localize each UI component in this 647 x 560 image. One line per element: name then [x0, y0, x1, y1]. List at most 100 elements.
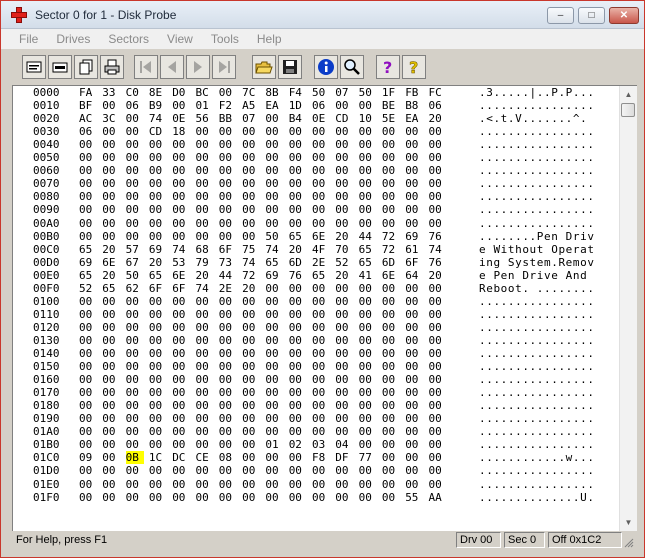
hex-byte[interactable]: 00: [102, 203, 120, 216]
minimize-button[interactable]: ‒: [547, 7, 574, 24]
hex-byte[interactable]: 00: [149, 464, 167, 477]
hex-byte[interactable]: 00: [149, 347, 167, 360]
hex-byte[interactable]: 00: [172, 373, 190, 386]
hex-byte[interactable]: 00: [79, 360, 97, 373]
hex-byte[interactable]: 00: [335, 386, 353, 399]
hex-byte[interactable]: 00: [382, 425, 400, 438]
hex-byte[interactable]: 00: [196, 230, 214, 243]
hex-byte[interactable]: 00: [289, 138, 307, 151]
hex-byte[interactable]: 00: [382, 190, 400, 203]
hex-byte[interactable]: 00: [265, 282, 283, 295]
hex-byte[interactable]: 00: [382, 295, 400, 308]
hex-byte[interactable]: 04: [335, 438, 353, 451]
hex-byte[interactable]: 00: [335, 373, 353, 386]
hex-byte[interactable]: 10: [359, 112, 377, 125]
hex-byte[interactable]: 00: [289, 425, 307, 438]
row-ascii[interactable]: ............w...: [479, 451, 595, 464]
hex-byte[interactable]: 00: [289, 399, 307, 412]
hex-byte[interactable]: 33: [102, 86, 120, 99]
hex-byte[interactable]: 8B: [265, 86, 283, 99]
hex-byte[interactable]: 00: [79, 399, 97, 412]
hex-byte[interactable]: 00: [172, 151, 190, 164]
hex-byte[interactable]: 00: [312, 282, 330, 295]
hex-byte[interactable]: 00: [102, 491, 120, 504]
hex-byte[interactable]: 00: [126, 203, 144, 216]
hex-byte[interactable]: 1C: [149, 451, 167, 464]
hex-byte[interactable]: 00: [149, 151, 167, 164]
disk-probe-app-icon[interactable]: [10, 6, 28, 24]
hex-byte[interactable]: BC: [196, 86, 214, 99]
hex-byte[interactable]: 00: [172, 217, 190, 230]
hex-byte[interactable]: 72: [382, 243, 400, 256]
row-ascii[interactable]: ................: [479, 125, 595, 138]
hex-byte[interactable]: 00: [242, 334, 260, 347]
menu-sectors[interactable]: Sectors: [108, 32, 149, 46]
hex-byte[interactable]: 69: [405, 230, 423, 243]
menu-help[interactable]: Help: [257, 32, 282, 46]
hex-byte[interactable]: 2E: [312, 256, 330, 269]
hex-byte[interactable]: 00: [219, 217, 237, 230]
hex-byte[interactable]: 00: [359, 99, 377, 112]
hex-byte[interactable]: 69: [149, 243, 167, 256]
hex-byte[interactable]: 00: [149, 164, 167, 177]
row-ascii[interactable]: ................: [479, 478, 595, 491]
hex-byte[interactable]: 20: [289, 243, 307, 256]
hex-byte[interactable]: 00: [359, 190, 377, 203]
hex-byte[interactable]: 00: [126, 138, 144, 151]
hex-byte[interactable]: 74: [149, 112, 167, 125]
hex-byte[interactable]: 00: [196, 334, 214, 347]
menu-file[interactable]: File: [19, 32, 38, 46]
hex-byte[interactable]: 79: [196, 256, 214, 269]
hex-byte[interactable]: 00: [289, 347, 307, 360]
hex-byte[interactable]: 00: [196, 464, 214, 477]
hex-byte[interactable]: 00: [312, 464, 330, 477]
hex-byte[interactable]: 00: [265, 308, 283, 321]
hex-byte[interactable]: 74: [196, 282, 214, 295]
hex-byte[interactable]: 00: [289, 190, 307, 203]
hex-byte[interactable]: 00: [335, 464, 353, 477]
hex-byte[interactable]: 50: [126, 269, 144, 282]
hex-byte[interactable]: 00: [429, 217, 447, 230]
hex-byte[interactable]: 00: [102, 373, 120, 386]
hex-byte[interactable]: 00: [126, 308, 144, 321]
hex-byte[interactable]: 06: [429, 99, 447, 112]
hex-byte[interactable]: 4F: [312, 243, 330, 256]
hex-byte[interactable]: 65: [359, 256, 377, 269]
hex-byte[interactable]: 00: [429, 451, 447, 464]
hex-byte[interactable]: 00: [265, 347, 283, 360]
hex-byte[interactable]: 55: [405, 491, 423, 504]
hex-byte[interactable]: 00: [382, 478, 400, 491]
hex-byte[interactable]: 00: [242, 190, 260, 203]
hex-byte[interactable]: 00: [149, 138, 167, 151]
hex-byte[interactable]: 00: [242, 360, 260, 373]
hex-byte[interactable]: 00: [242, 321, 260, 334]
hex-byte[interactable]: 74: [265, 243, 283, 256]
hex-byte[interactable]: 65: [265, 256, 283, 269]
hex-byte[interactable]: 00: [102, 425, 120, 438]
row-ascii[interactable]: ................: [479, 164, 595, 177]
hex-byte[interactable]: 57: [126, 243, 144, 256]
hex-byte[interactable]: 00: [429, 399, 447, 412]
hex-byte[interactable]: 00: [149, 295, 167, 308]
hex-byte[interactable]: 00: [405, 412, 423, 425]
hex-byte[interactable]: 00: [382, 164, 400, 177]
row-ascii[interactable]: ................: [479, 399, 595, 412]
hex-byte[interactable]: 00: [242, 373, 260, 386]
hex-byte[interactable]: 00: [405, 190, 423, 203]
hex-byte[interactable]: 00: [289, 334, 307, 347]
hex-byte[interactable]: 00: [219, 86, 237, 99]
hex-byte[interactable]: 00: [359, 321, 377, 334]
hex-byte[interactable]: 00: [126, 230, 144, 243]
hex-byte[interactable]: 00: [429, 190, 447, 203]
read-sectors-button[interactable]: [22, 55, 46, 79]
hex-byte[interactable]: 00: [312, 321, 330, 334]
hex-byte[interactable]: 00: [102, 138, 120, 151]
hex-byte[interactable]: 0E: [312, 112, 330, 125]
hex-byte[interactable]: 00: [405, 177, 423, 190]
hex-byte[interactable]: 00: [359, 399, 377, 412]
write-sectors-button[interactable]: [48, 55, 72, 79]
hex-byte[interactable]: 00: [219, 347, 237, 360]
hex-byte[interactable]: 00: [79, 347, 97, 360]
hex-byte[interactable]: 00: [102, 177, 120, 190]
hex-byte[interactable]: 07: [242, 112, 260, 125]
